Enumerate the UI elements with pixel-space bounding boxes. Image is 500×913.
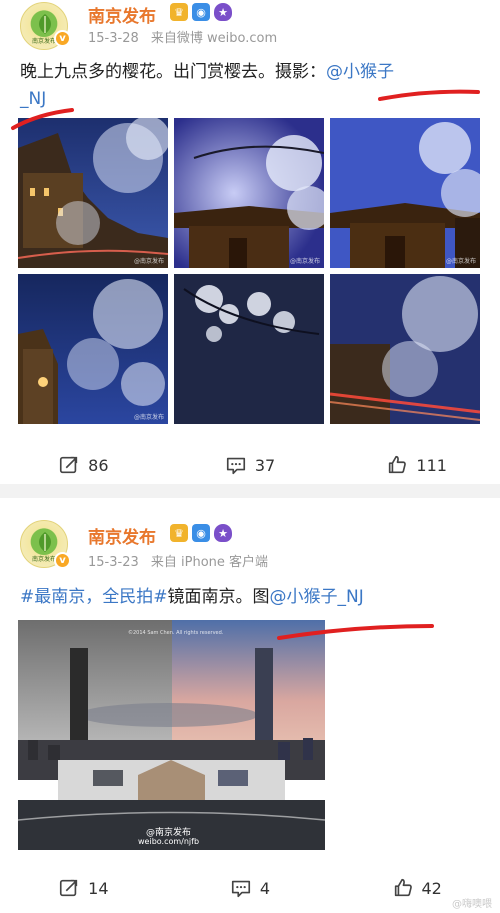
image-watermark: @南京发布: [133, 414, 164, 421]
like-icon: [389, 455, 407, 474]
post-source: 来自 iPhone 客户端: [150, 555, 269, 570]
post-date: 15-3-28: [88, 31, 139, 46]
repost-count: 14: [88, 878, 109, 898]
mention-link-continued[interactable]: _NJ: [20, 89, 46, 109]
leaf-icon: [39, 532, 51, 552]
mention-link[interactable]: @小猴子_NJ: [270, 587, 364, 607]
repost-button[interactable]: 86: [0, 440, 167, 490]
post-actions: 86 37 111: [0, 440, 500, 490]
username[interactable]: 南京发布: [88, 2, 156, 27]
comment-icon: [226, 457, 245, 475]
footer-watermark: @嗨噢喂: [452, 899, 492, 910]
mention-link[interactable]: @小猴子: [326, 62, 394, 82]
image-watermark-top: ©2014 Sam Chen. All rights reserved.: [128, 630, 224, 636]
post-body: 晚上九点多的樱花。出门赏樱去。摄影：: [20, 62, 326, 82]
photo-4[interactable]: @南京发布: [18, 274, 168, 424]
image-watermark: @南京发布: [133, 258, 164, 265]
post-actions: 14 4 42: [0, 863, 500, 913]
crown-icon[interactable]: ♛: [170, 524, 188, 542]
weibo-post-1: 南京发布 v 南京发布 ♛ ◉ ★ 15-3-28 来自微博 weibo.com…: [0, 0, 500, 484]
repost-icon: [60, 879, 78, 897]
shield-icon[interactable]: ★: [214, 3, 232, 21]
comment-count: 4: [259, 878, 271, 898]
post-meta: 15-3-23 来自 iPhone 客户端: [88, 551, 268, 570]
image-watermark-url: weibo.com/njfb: [138, 837, 200, 846]
comment-button[interactable]: 4: [167, 863, 334, 913]
repost-count: 86: [88, 455, 109, 475]
post-source: 来自微博 weibo.com: [150, 31, 278, 46]
photo-mirrored-city[interactable]: ©2014 Sam Chen. All rights reserved. @南京…: [18, 620, 325, 850]
badge-row: ♛ ◉ ★: [170, 3, 232, 21]
verified-icon: v: [54, 552, 71, 569]
post-meta: 15-3-28 来自微博 weibo.com: [88, 27, 277, 46]
username[interactable]: 南京发布: [88, 523, 156, 548]
like-icon: [394, 878, 412, 897]
comment-icon: [231, 880, 250, 898]
photo-1[interactable]: @南京发布: [18, 118, 168, 268]
like-count: 42: [421, 878, 442, 898]
comment-button[interactable]: 37: [167, 440, 334, 490]
photo-2[interactable]: @南京发布: [174, 118, 324, 268]
comment-count: 37: [254, 455, 276, 475]
shield-icon[interactable]: ★: [214, 524, 232, 542]
camera-icon[interactable]: ◉: [192, 524, 210, 542]
topic-link[interactable]: #最南京，全民拍#: [20, 587, 168, 607]
leaf-icon: [39, 14, 51, 34]
badge-row: ♛ ◉ ★: [170, 524, 232, 542]
crown-icon[interactable]: ♛: [170, 3, 188, 21]
camera-icon[interactable]: ◉: [192, 3, 210, 21]
repost-button[interactable]: 14: [0, 863, 167, 913]
photo-5[interactable]: [174, 274, 324, 424]
post-text: #最南京，全民拍#镜面南京。图@小猴子_NJ: [20, 584, 480, 611]
post-text: 晚上九点多的樱花。出门赏樱去。摄影：@小猴子 _NJ: [20, 59, 480, 113]
post-date: 15-3-23: [88, 555, 139, 570]
photo-3[interactable]: @南京发布: [330, 118, 480, 268]
image-watermark: @南京发布: [289, 258, 320, 265]
repost-icon: [60, 456, 78, 474]
post-body: 镜面南京。图: [167, 587, 270, 607]
photo-6[interactable]: [330, 274, 480, 424]
like-button[interactable]: 111: [333, 440, 500, 490]
like-count: 111: [416, 455, 447, 475]
image-watermark: @南京发布: [445, 258, 476, 265]
verified-icon: v: [54, 30, 71, 47]
